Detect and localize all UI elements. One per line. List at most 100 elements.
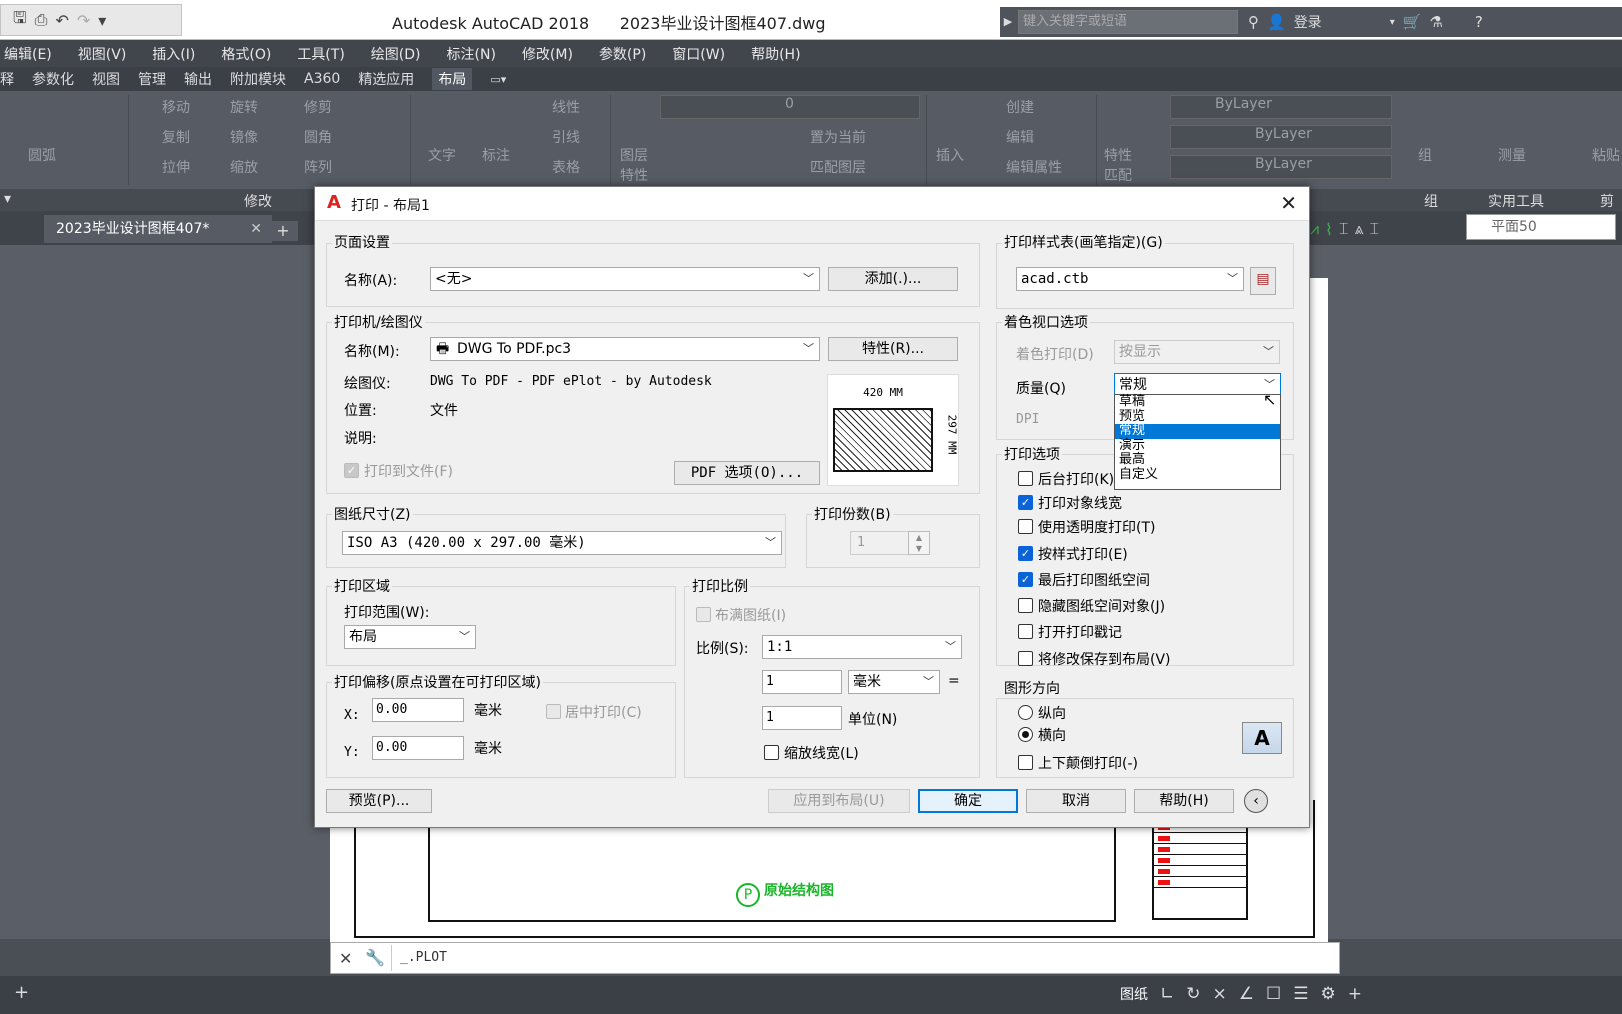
ribbon-set-current[interactable]: 置为当前 (810, 127, 866, 147)
ribbon-text[interactable]: 文字 (428, 145, 456, 165)
hide-paperspace-checkbox[interactable] (1018, 598, 1033, 613)
ok-button[interactable]: 确定 (918, 789, 1018, 813)
quality-option[interactable]: 草稿 (1115, 394, 1280, 410)
ribbon-toggle-icon[interactable]: ▭▾ (490, 73, 506, 86)
command-input[interactable]: _.PLOT (391, 945, 1321, 971)
scale-ratio-select[interactable]: 1:1 ﹀ (762, 635, 962, 659)
upside-down-checkbox[interactable] (1018, 755, 1033, 770)
new-tab-button[interactable]: + (268, 221, 298, 241)
ribbon-match[interactable]: 匹配 (1104, 165, 1132, 185)
view-select[interactable]: 平面50 (1466, 214, 1616, 240)
expand-arrow-icon[interactable]: ▶ (1000, 7, 1016, 37)
scale-lineweights-checkbox[interactable] (764, 745, 779, 760)
paperspace-last-checkbox[interactable]: ✓ (1018, 572, 1033, 587)
document-tab[interactable]: 2023毕业设计图框407* ✕ (44, 215, 272, 243)
menu-parametric[interactable]: 参数(P) (599, 44, 646, 64)
tab-manage[interactable]: 管理 (138, 69, 166, 89)
paper-space-toggle[interactable]: 图纸 (1120, 984, 1148, 1004)
tab-annotate[interactable]: 释 (0, 69, 14, 89)
ribbon-array[interactable]: 阵列 (304, 157, 332, 177)
ortho-icon[interactable]: ∟ (1160, 984, 1174, 1004)
landscape-radio[interactable] (1018, 727, 1033, 742)
menu-edit[interactable]: 编辑(E) (4, 44, 52, 64)
chevron-down-icon[interactable]: ▾ (1390, 17, 1395, 28)
edit-style-icon[interactable]: ▤ (1250, 267, 1276, 295)
panel-modify-title[interactable]: 修改 (244, 191, 272, 211)
user-icon[interactable]: 👤 (1267, 13, 1286, 31)
login-link[interactable]: 登录 (1294, 12, 1322, 32)
menu-view[interactable]: 视图(V) (78, 44, 127, 64)
ribbon-trim[interactable]: 修剪 (304, 97, 332, 117)
ribbon-properties[interactable]: 特性 (1104, 145, 1132, 165)
ribbon-edit[interactable]: 编辑 (1006, 127, 1034, 147)
ribbon-scale[interactable]: 缩放 (230, 157, 258, 177)
ribbon-create[interactable]: 创建 (1006, 97, 1034, 117)
lineweight-dropdown[interactable]: ByLayer (1170, 155, 1392, 179)
close-icon[interactable]: ✕ (1280, 191, 1297, 215)
ribbon-layer-props2[interactable]: 特性 (620, 165, 648, 185)
printer-name-select[interactable]: 🖶 DWG To PDF.pc3 ﹀ (430, 337, 820, 361)
copies-input[interactable]: 1 (850, 531, 910, 555)
tab-output[interactable]: 输出 (184, 69, 212, 89)
quality-option[interactable]: 演示 (1115, 438, 1280, 454)
add-page-setup-button[interactable]: 添加(.)... (828, 267, 958, 291)
paper-size-select[interactable]: ISO A3 (420.00 x 297.00 毫米) ﹀ (342, 531, 782, 555)
menu-help[interactable]: 帮助(H) (751, 44, 800, 64)
plot-with-styles-checkbox[interactable]: ✓ (1018, 546, 1033, 561)
menu-icon[interactable]: ☰ (1293, 984, 1308, 1004)
cancel-button[interactable]: 取消 (1026, 789, 1126, 813)
tab-layout[interactable]: 布局 (432, 68, 473, 90)
plot-stamp-checkbox[interactable] (1018, 624, 1033, 639)
panel-utilities-title[interactable]: 实用工具 (1488, 191, 1544, 211)
panel-clipboard-title[interactable]: 剪 (1600, 191, 1614, 211)
apply-to-layout-button[interactable]: 应用到布局(U) (768, 789, 910, 813)
ribbon-arc[interactable]: 圆弧 (28, 145, 56, 165)
print-to-file-checkbox[interactable]: ✓ (344, 463, 359, 478)
printer-properties-button[interactable]: 特性(R)... (828, 337, 958, 361)
menu-window[interactable]: 窗口(W) (672, 44, 725, 64)
page-setup-name-select[interactable]: <无> ﹀ (430, 267, 820, 291)
quality-option[interactable]: 最高 (1115, 452, 1280, 468)
center-plot-checkbox[interactable] (546, 704, 561, 719)
ribbon-table[interactable]: 表格 (552, 157, 580, 177)
selection-icon[interactable]: ☐ (1266, 984, 1281, 1004)
cart-icon[interactable]: 🛒 (1403, 13, 1422, 31)
menu-format[interactable]: 格式(O) (221, 44, 271, 64)
print-icon[interactable]: ⎙ (35, 10, 48, 30)
tab-featured[interactable]: 精选应用 (358, 69, 414, 89)
angle-icon[interactable]: ∠ (1239, 984, 1254, 1004)
ribbon-paste[interactable]: 粘贴 (1592, 145, 1620, 165)
quality-option-selected[interactable]: 常规 (1115, 423, 1280, 439)
ribbon-edit-attr[interactable]: 编辑属性 (1006, 157, 1062, 177)
osnap-icon[interactable]: ⨯ (1213, 984, 1227, 1004)
fit-to-paper-checkbox[interactable] (696, 607, 711, 622)
menu-draw[interactable]: 绘图(D) (371, 44, 421, 64)
collapse-options-icon[interactable]: ‹ (1244, 789, 1268, 813)
add-layout-icon[interactable]: + (14, 982, 36, 1004)
tab-view[interactable]: 视图 (92, 69, 120, 89)
offset-x-input[interactable]: 0.00 (372, 698, 464, 722)
ribbon-dimension[interactable]: 标注 (482, 145, 510, 165)
plus-icon[interactable]: + (1348, 984, 1362, 1004)
ribbon-insert[interactable]: 插入 (936, 145, 964, 165)
close-icon[interactable]: ✕ (339, 949, 352, 968)
customize-icon[interactable]: ▾ (98, 11, 106, 30)
search-input[interactable]: 键入关键字或短语 (1018, 10, 1238, 34)
ribbon-stretch[interactable]: 拉伸 (162, 157, 190, 177)
copies-stepper[interactable]: ▲ ▼ (908, 531, 930, 555)
quality-option[interactable]: 预览 (1115, 409, 1280, 425)
tool-icon[interactable]: ⌶ (1369, 219, 1379, 239)
redo-icon[interactable]: ↷ (77, 11, 90, 30)
ribbon-move[interactable]: 移动 (162, 97, 190, 117)
scale-unit-select[interactable]: 毫米 ﹀ (848, 670, 940, 694)
polar-icon[interactable]: ↻ (1186, 984, 1200, 1004)
shade-plot-select[interactable]: 按显示 ﹀ (1114, 340, 1280, 364)
scale-drawing-units-input[interactable]: 1 (762, 706, 842, 730)
scale-paper-units-input[interactable]: 1 (762, 670, 842, 694)
help-icon[interactable]: ? (1475, 13, 1483, 31)
tab-addins[interactable]: 附加模块 (230, 69, 286, 89)
menu-modify[interactable]: 修改(M) (522, 44, 573, 64)
ribbon-layer-props[interactable]: 图层 (620, 145, 648, 165)
tool-icon[interactable]: ⩓ (1354, 219, 1363, 239)
tool-icon[interactable]: ⌇ (1325, 220, 1333, 239)
